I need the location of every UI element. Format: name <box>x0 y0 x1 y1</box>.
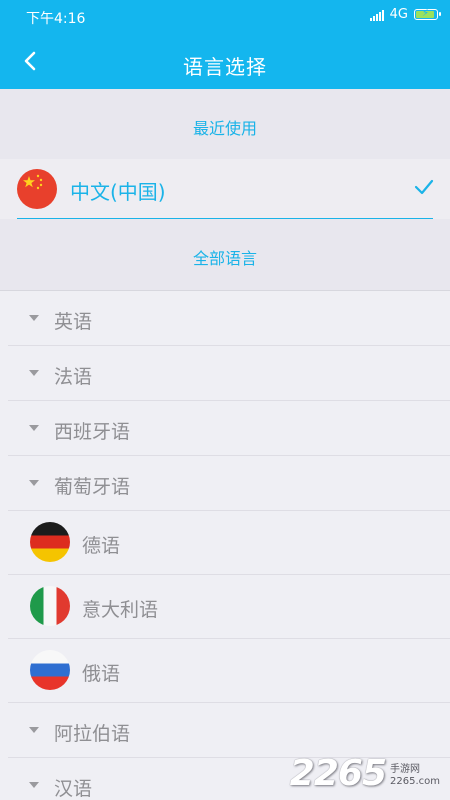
page-title: 语言选择 <box>183 55 267 79</box>
caret-down-icon <box>29 782 39 788</box>
recent-label: 最近使用 <box>192 119 257 138</box>
language-item-french[interactable]: 法语 <box>8 346 450 401</box>
china-flag-icon <box>17 169 57 209</box>
language-name: 德语 <box>82 535 121 557</box>
current-language-row[interactable]: 中文(中国) <box>0 159 450 219</box>
current-language-label: 中文(中国) <box>70 180 166 204</box>
caret-down-icon <box>29 480 39 486</box>
russia-flag-icon <box>30 650 70 690</box>
caret-down-icon <box>29 315 39 321</box>
italy-flag-icon <box>30 586 70 626</box>
battery-icon: ⚡ <box>414 8 441 20</box>
language-item-italian[interactable]: 意大利语 <box>8 575 450 639</box>
network-type: 4G <box>389 7 408 22</box>
language-name: 英语 <box>54 311 93 333</box>
caret-down-icon <box>29 370 39 376</box>
check-icon <box>414 179 434 195</box>
language-name: 意大利语 <box>82 599 159 621</box>
language-item-portuguese[interactable]: 葡萄牙语 <box>8 456 450 511</box>
top-bar: 下午4:16 4G ⚡ 语言选择 <box>0 0 450 89</box>
language-item-arabic[interactable]: 阿拉伯语 <box>8 703 450 758</box>
language-item-german[interactable]: 德语 <box>8 511 450 575</box>
language-name: 法语 <box>54 366 93 388</box>
language-item-english[interactable]: 英语 <box>8 291 450 346</box>
status-indicators: 4G ⚡ <box>369 7 441 22</box>
language-name: 俄语 <box>82 663 121 685</box>
caret-down-icon <box>29 425 39 431</box>
language-name: 汉语 <box>54 778 93 800</box>
all-languages-label: 全部语言 <box>192 249 257 268</box>
language-item-russian[interactable]: 俄语 <box>8 639 450 703</box>
language-list[interactable]: 英语 法语 西班牙语 葡萄牙语 德语 意大利语 俄语 阿拉伯语 汉语 <box>0 291 450 800</box>
language-name: 葡萄牙语 <box>54 476 131 498</box>
status-time: 下午4:16 <box>26 11 86 27</box>
language-name: 阿拉伯语 <box>54 723 131 745</box>
recent-section-header: 最近使用 <box>0 89 450 159</box>
language-item-chinese[interactable]: 汉语 <box>8 758 450 800</box>
all-languages-section-header: 全部语言 <box>0 219 450 291</box>
signal-icon <box>369 9 384 21</box>
language-item-spanish[interactable]: 西班牙语 <box>8 401 450 456</box>
germany-flag-icon <box>30 522 70 562</box>
language-name: 西班牙语 <box>54 421 131 443</box>
caret-down-icon <box>29 727 39 733</box>
